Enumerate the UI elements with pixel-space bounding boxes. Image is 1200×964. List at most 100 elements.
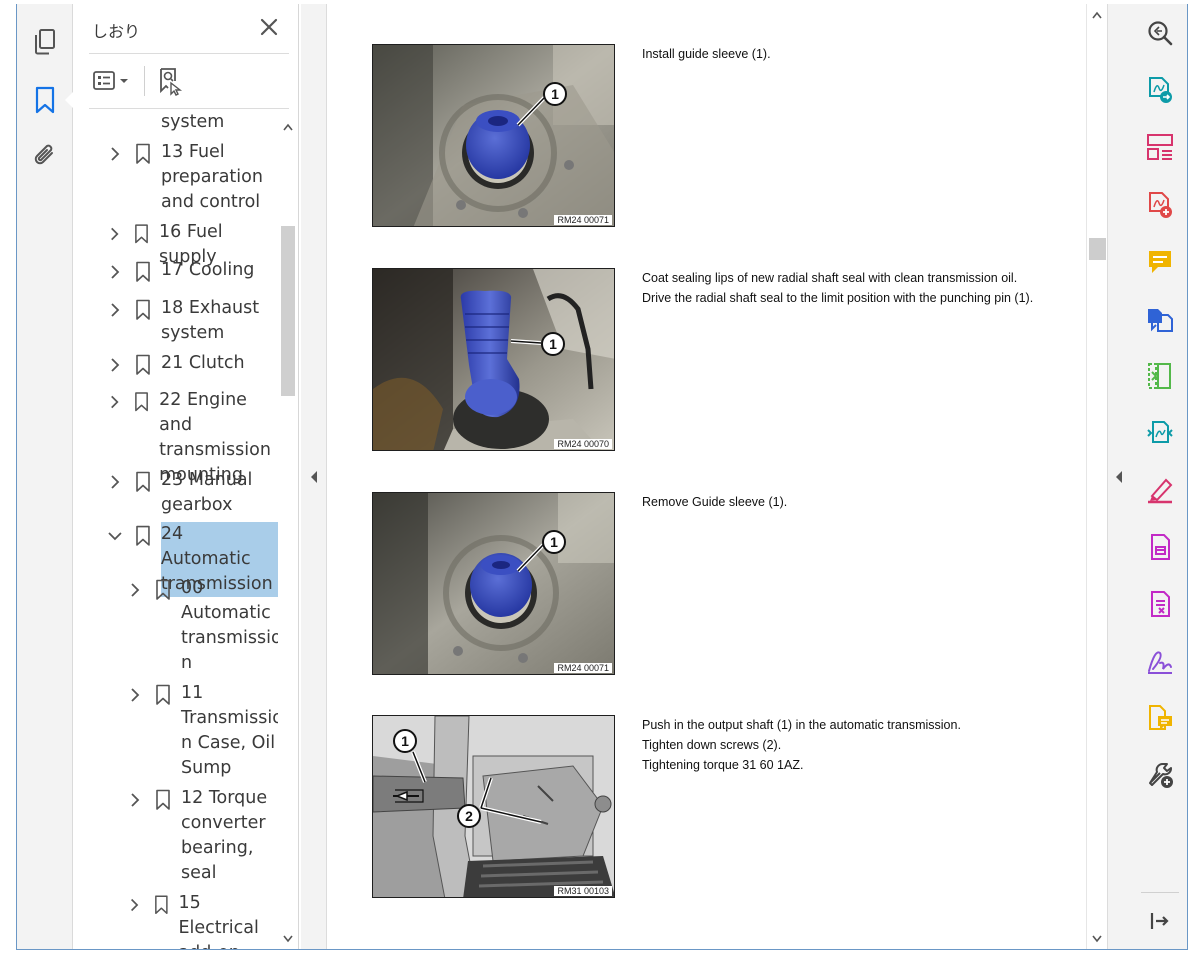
bookmark-label: 13 Fuel preparation and control xyxy=(161,142,263,212)
image-code: RM24 00071 xyxy=(554,215,612,225)
bookmark-icon[interactable] xyxy=(29,84,61,116)
bookmark-item[interactable]: 17 Cooling xyxy=(107,258,254,283)
find-current-bookmark-icon[interactable] xyxy=(157,66,187,96)
bookmark-item[interactable]: 11 Transmissio n Case, Oil Sump xyxy=(127,681,278,781)
bookmarks-scrollbar[interactable] xyxy=(278,110,298,949)
bookmark-item[interactable]: system xyxy=(161,110,224,135)
bookmark-icon xyxy=(136,299,150,320)
close-icon[interactable] xyxy=(258,16,280,38)
scroll-thumb[interactable] xyxy=(281,226,295,396)
step-text: Remove Guide sleeve (1). xyxy=(642,492,787,512)
step-text: Install guide sleeve (1). xyxy=(642,44,771,64)
bookmark-icon xyxy=(135,224,148,244)
bookmark-label: 21 Clutch xyxy=(161,353,245,373)
figure-image: 1 RM24 00071 xyxy=(372,492,615,675)
step-line: Drive the radial shaft seal to the limit… xyxy=(642,291,1034,305)
bookmark-item[interactable]: 18 Exhaust system xyxy=(107,296,259,346)
divider xyxy=(1141,892,1179,893)
chevron-right-icon[interactable] xyxy=(107,394,122,410)
bookmark-icon xyxy=(136,354,150,375)
step-line: Coat sealing lips of new radial shaft se… xyxy=(642,271,1018,285)
zoom-icon[interactable] xyxy=(1145,18,1175,48)
chevron-right-icon[interactable] xyxy=(107,357,123,373)
output-shaft-drawing: 1 2 xyxy=(373,716,614,897)
chevron-up-icon[interactable] xyxy=(282,122,294,132)
chevron-down-icon[interactable] xyxy=(282,934,294,944)
options-menu-icon[interactable] xyxy=(93,66,133,96)
callout-label: 1 xyxy=(549,336,557,352)
chevron-right-icon[interactable] xyxy=(127,897,142,913)
triangle-left-icon[interactable] xyxy=(1115,470,1123,484)
collapse-left-panel-button[interactable] xyxy=(301,4,327,949)
bookmark-icon xyxy=(136,143,150,164)
tools-pane xyxy=(1131,4,1187,949)
chevron-right-icon[interactable] xyxy=(127,582,143,598)
image-code: RM24 00071 xyxy=(554,663,612,673)
chevron-down-icon[interactable] xyxy=(107,528,123,544)
bookmark-item[interactable]: 23 Manual gearbox xyxy=(107,468,252,518)
attachment-icon[interactable] xyxy=(29,140,61,172)
bookmark-icon xyxy=(136,471,150,492)
bookmark-label: 23 Manual gearbox xyxy=(161,470,253,515)
chevron-right-icon[interactable] xyxy=(107,264,123,280)
more-tools-icon[interactable] xyxy=(1145,760,1175,790)
chevron-right-icon[interactable] xyxy=(127,687,143,703)
figure-image: 1 2 RM31 00103 xyxy=(372,715,615,898)
callout-label: 1 xyxy=(551,86,559,102)
transmission-photo: 1 xyxy=(373,45,614,226)
page-thumbnails-icon[interactable] xyxy=(29,26,61,58)
navigation-rail xyxy=(17,4,73,949)
protect-icon[interactable] xyxy=(1145,532,1175,562)
bookmark-icon xyxy=(154,895,168,915)
step-line: Install guide sleeve (1). xyxy=(642,47,771,61)
transmission-photo: 1 xyxy=(373,493,614,674)
combine-files-icon[interactable] xyxy=(1145,304,1175,334)
image-code: RM24 00070 xyxy=(554,439,612,449)
bookmark-item[interactable]: 13 Fuel preparation and control xyxy=(107,140,263,215)
comment-icon[interactable] xyxy=(1145,247,1175,277)
step-line: Tightening torque 31 60 1AZ. xyxy=(642,758,804,772)
bookmarks-panel: しおり system 13 Fuel preparation and contr… xyxy=(73,4,299,949)
chevron-right-icon[interactable] xyxy=(107,474,123,490)
convert-icon[interactable] xyxy=(1145,418,1175,448)
divider xyxy=(89,53,289,54)
sign-icon[interactable] xyxy=(1145,646,1175,676)
bookmark-item[interactable]: 15 Electrical add-on xyxy=(127,891,278,949)
chevron-right-icon[interactable] xyxy=(107,146,123,162)
collapse-right-panel-button[interactable] xyxy=(1107,4,1131,949)
chevron-right-icon[interactable] xyxy=(107,302,123,318)
scroll-thumb[interactable] xyxy=(1089,238,1106,260)
bookmark-label: system xyxy=(161,112,225,132)
expand-panel-icon[interactable] xyxy=(1145,906,1175,936)
export-pdf-icon[interactable] xyxy=(1145,75,1175,105)
redact-icon[interactable] xyxy=(1145,589,1175,619)
bookmark-label: 18 Exhaust system xyxy=(161,298,260,343)
bookmark-item[interactable]: 00 Automatic transmissio n xyxy=(127,576,278,676)
transmission-photo: 1 xyxy=(373,269,614,450)
bookmark-label: 15 Electrical add-on xyxy=(178,893,259,949)
bookmark-icon xyxy=(136,525,150,546)
create-pdf-icon[interactable] xyxy=(1145,190,1175,220)
bookmark-icon xyxy=(156,684,170,705)
step-line: Tighten down screws (2). xyxy=(642,738,782,752)
bookmark-item[interactable]: 21 Clutch xyxy=(107,351,245,376)
bookmark-label: 17 Cooling xyxy=(161,260,255,280)
chevron-right-icon[interactable] xyxy=(107,226,122,242)
bookmark-icon xyxy=(156,579,170,600)
chevron-down-icon[interactable] xyxy=(1091,934,1103,944)
bookmark-item[interactable]: 12 Torque converter bearing, seal xyxy=(127,786,267,886)
figure-image: 1 RM24 00070 xyxy=(372,268,615,451)
document-scrollbar[interactable] xyxy=(1086,4,1107,949)
step-line: Push in the output shaft (1) in the auto… xyxy=(642,718,961,732)
send-for-comments-icon[interactable] xyxy=(1145,703,1175,733)
organize-pages-icon[interactable] xyxy=(1145,132,1175,162)
callout-label: 1 xyxy=(401,733,409,749)
chevron-right-icon[interactable] xyxy=(127,792,143,808)
triangle-left-icon[interactable] xyxy=(310,470,318,484)
bookmark-icon xyxy=(156,789,170,810)
bookmark-label: 12 Torque converter bearing, seal xyxy=(181,788,268,883)
compress-icon[interactable] xyxy=(1145,361,1175,391)
chevron-up-icon[interactable] xyxy=(1091,10,1103,20)
callout-label: 2 xyxy=(465,808,473,824)
fill-sign-pen-icon[interactable] xyxy=(1145,475,1175,505)
